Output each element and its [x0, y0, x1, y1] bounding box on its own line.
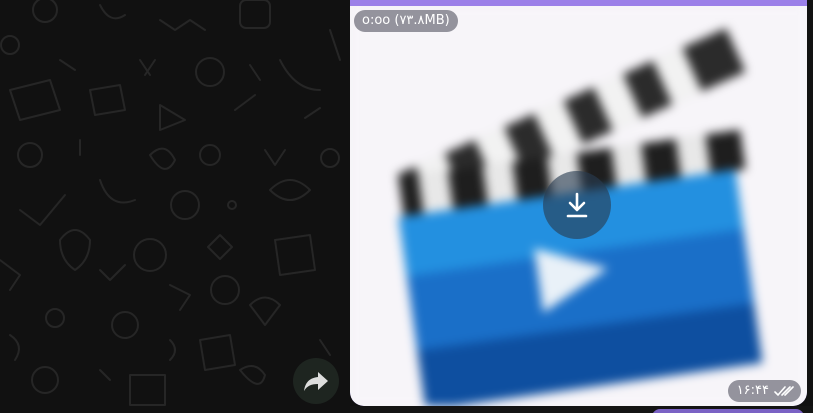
- forward-button[interactable]: [293, 358, 339, 404]
- message-time: ۱۶:۴۴: [736, 383, 769, 398]
- forward-share-icon: [304, 372, 328, 391]
- chat-background: o:oo (۷۳.۸MB) ۱۶:۴۴: [0, 0, 813, 413]
- download-arrow-icon: [566, 192, 588, 218]
- video-message-bubble[interactable]: o:oo (۷۳.۸MB) ۱۶:۴۴: [350, 0, 807, 406]
- download-button[interactable]: [543, 171, 611, 239]
- double-check-icon: [774, 386, 794, 397]
- next-message-bubble[interactable]: [652, 409, 804, 413]
- video-thumbnail[interactable]: o:oo (۷۳.۸MB) ۱۶:۴۴: [350, 6, 807, 406]
- message-time-badge: ۱۶:۴۴: [727, 380, 801, 402]
- file-size-label: o:oo (۷۳.۸MB): [354, 10, 458, 32]
